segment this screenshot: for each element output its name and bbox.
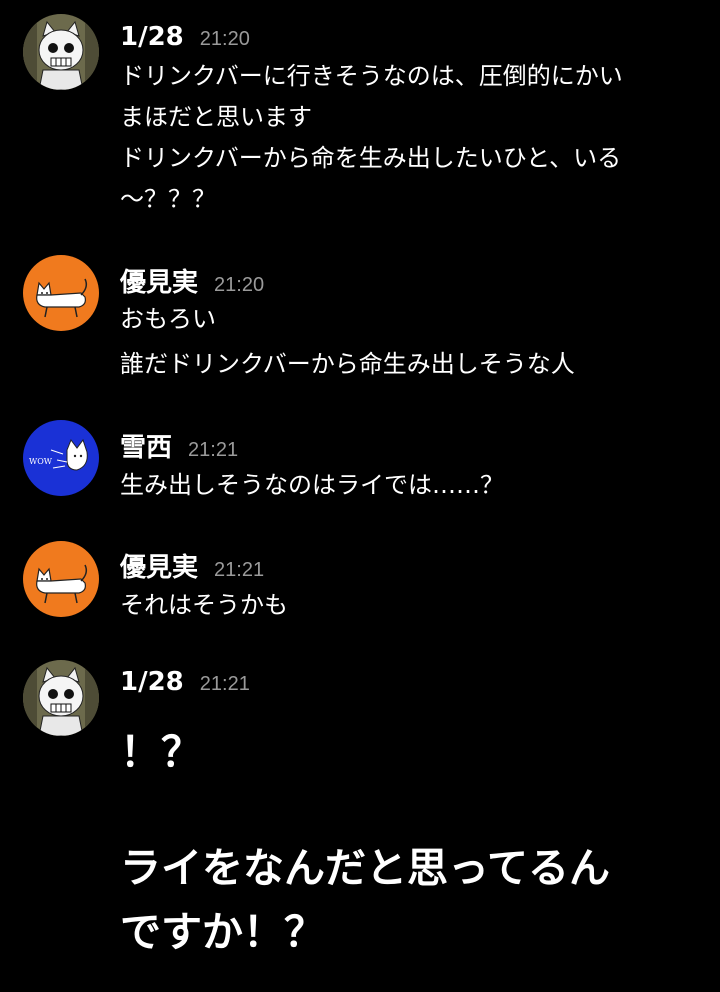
sender-name[interactable]: 優見実 <box>120 547 198 584</box>
avatar-orange-cat-icon[interactable] <box>23 541 99 617</box>
message-header: 優見実 21:21 <box>120 547 264 583</box>
sender-name[interactable]: 雪西 <box>120 427 172 464</box>
message-text-line: おもろい <box>120 305 216 333</box>
message-text-line: ～？？？ <box>120 185 216 213</box>
timestamp: 21:21 <box>214 559 265 581</box>
avatar-orange-cat-icon[interactable] <box>23 255 99 331</box>
sender-name[interactable]: 優見実 <box>120 262 198 299</box>
message-header: 1/28 21:21 <box>120 667 250 703</box>
avatar-blue-cat-wow-icon[interactable]: WOW <box>23 420 99 496</box>
timestamp: 21:21 <box>188 439 239 461</box>
message-text-line: 誰だドリンクバーから命生み出しそうな人 <box>120 350 575 378</box>
timestamp: 21:21 <box>199 673 250 695</box>
timestamp: 21:20 <box>199 28 250 50</box>
big-message-text-line: ライをなんだと思ってるん <box>120 844 610 892</box>
timestamp: 21:20 <box>214 274 265 296</box>
big-message-text-line: ですか！？ <box>120 908 325 956</box>
sender-name[interactable]: 1/28 <box>120 667 184 697</box>
message-header: 1/28 21:20 <box>120 22 250 58</box>
message-header: 雪西 21:21 <box>120 427 238 463</box>
message-text-line: 生み出しそうなのはライでは……？ <box>120 471 504 499</box>
message-text-line: ドリンクバーから命を生み出したいひと、いる <box>120 144 622 172</box>
wow-text: WOW <box>29 457 53 466</box>
message-header: 優見実 21:20 <box>120 262 264 298</box>
message-text-line: それはそうかも <box>120 591 288 619</box>
sender-name[interactable]: 1/28 <box>120 22 184 52</box>
message-text-line: まほだと思います <box>120 103 312 131</box>
message-text-line: ドリンクバーに行きそうなのは、圧倒的にかい <box>120 62 623 90</box>
big-message-text-line: ！？ <box>120 728 202 776</box>
avatar-cat-skull-icon[interactable] <box>23 660 99 736</box>
avatar-cat-skull-icon[interactable] <box>23 14 99 90</box>
